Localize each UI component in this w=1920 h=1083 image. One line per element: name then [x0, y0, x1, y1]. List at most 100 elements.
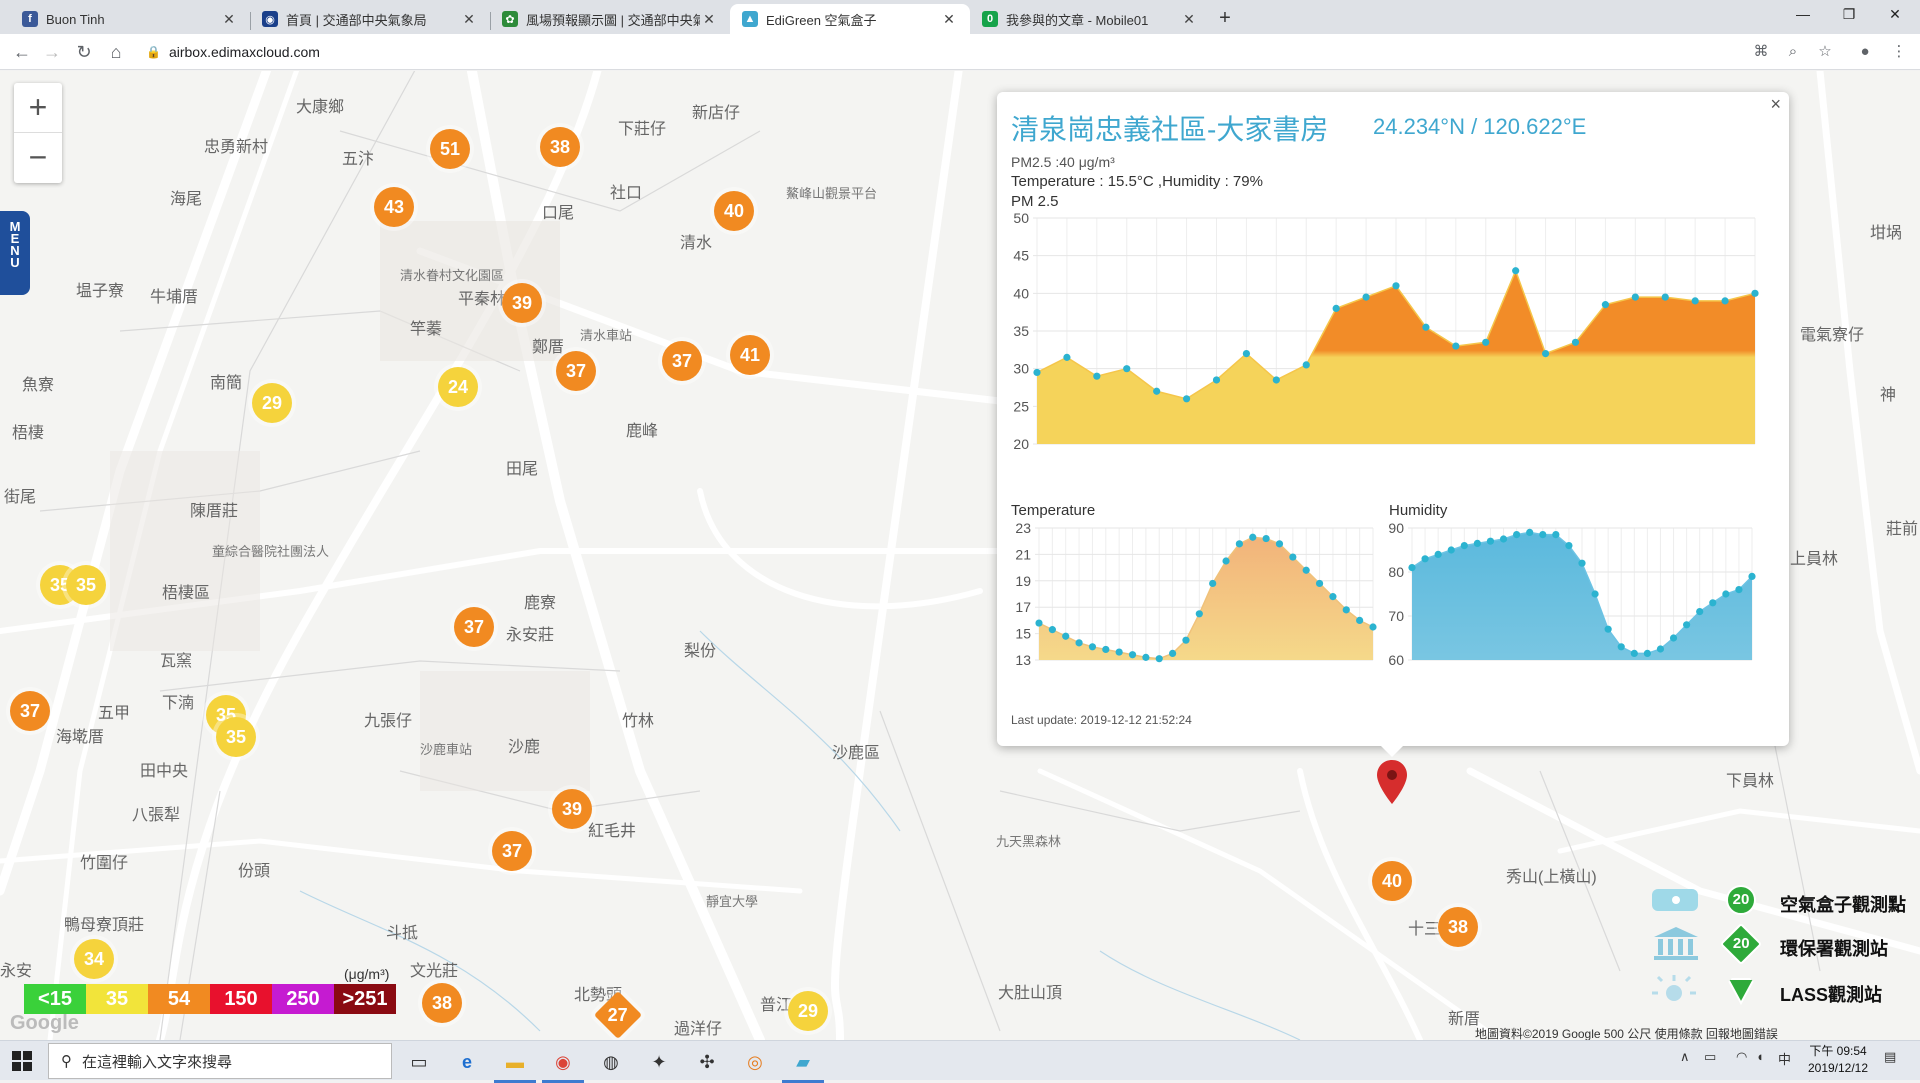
- data-point: [1578, 559, 1586, 567]
- place-label: 八張犁: [132, 807, 181, 824]
- airbox-marker[interactable]: 29: [252, 383, 292, 423]
- airbox-marker[interactable]: 38: [422, 983, 462, 1023]
- airbox-marker[interactable]: 40: [1372, 861, 1412, 901]
- airbox-marker[interactable]: 37: [662, 341, 702, 381]
- airbox-marker[interactable]: 43: [374, 187, 414, 227]
- data-point: [1249, 533, 1257, 541]
- minimize-button[interactable]: —: [1780, 0, 1826, 30]
- forward-button[interactable]: →: [40, 40, 64, 64]
- airbox-marker[interactable]: 37: [10, 691, 50, 731]
- y-tick-label: 35: [1013, 323, 1029, 339]
- bookmark-star-icon[interactable]: ☆: [1814, 42, 1836, 64]
- taskbar-clock[interactable]: 下午 09:54 2019/12/12: [1800, 1043, 1876, 1077]
- wifi-icon[interactable]: ◠: [1736, 1049, 1747, 1065]
- close-tab-icon[interactable]: ✕: [220, 11, 238, 28]
- data-point: [1315, 579, 1324, 588]
- address-bar[interactable]: 🔒 airbox.edimaxcloud.com: [140, 38, 1780, 66]
- app-icon-5[interactable]: ▰: [782, 1047, 824, 1083]
- place-label: 社口: [610, 185, 643, 202]
- selected-location-pin[interactable]: [1377, 760, 1407, 804]
- windows-start-icon[interactable]: [12, 1051, 32, 1071]
- tray-chevron-icon[interactable]: ∧: [1680, 1049, 1690, 1065]
- y-tick-label: 17: [1015, 599, 1031, 615]
- airbox-marker[interactable]: 38: [540, 127, 580, 167]
- data-point: [1591, 590, 1599, 598]
- profile-icon[interactable]: ●: [1854, 42, 1876, 64]
- menu-kebab-icon[interactable]: ⋮: [1888, 42, 1910, 64]
- app-icon-2[interactable]: ✦: [644, 1047, 674, 1077]
- place-label: 電氣寮仔: [1800, 327, 1865, 344]
- volume-icon[interactable]: ◖: [1756, 1049, 1764, 1064]
- battery-icon[interactable]: ▭: [1704, 1049, 1716, 1065]
- close-tab-icon[interactable]: ✕: [700, 11, 718, 28]
- place-label: 五汴: [342, 151, 375, 168]
- legend-swatch: 54: [148, 984, 210, 1014]
- tab-mobile01[interactable]: 0 我參與的文章 - Mobile01 ✕: [970, 4, 1210, 34]
- app-icon-1[interactable]: ◍: [596, 1047, 626, 1077]
- tab-buon-tinh[interactable]: f Buon Tinh ✕: [10, 4, 250, 34]
- tab-wind-forecast[interactable]: ✿ 風場預報顯示圖 | 交通部中央氣象 ✕: [490, 4, 730, 34]
- airbox-marker[interactable]: 35: [66, 565, 106, 605]
- airbox-marker[interactable]: 51: [430, 129, 470, 169]
- data-point: [1329, 593, 1337, 601]
- poi-label: 沙鹿車站: [420, 742, 473, 757]
- back-button[interactable]: ←: [10, 40, 34, 64]
- airbox-marker[interactable]: 37: [556, 351, 596, 391]
- data-point: [1408, 564, 1416, 572]
- tab-edigreen[interactable]: ▲ EdiGreen 空氣盒子 ✕: [730, 4, 970, 34]
- airbox-marker[interactable]: 29: [788, 991, 828, 1031]
- zoom-in-button[interactable]: +: [14, 83, 62, 133]
- legend-epa-label: 環保署觀測站: [1780, 939, 1888, 959]
- data-point: [1460, 542, 1468, 550]
- reload-button[interactable]: ↻: [72, 40, 96, 64]
- airbox-marker[interactable]: 41: [730, 335, 770, 375]
- restore-button[interactable]: ❐: [1826, 0, 1872, 30]
- place-label: 下員林: [1726, 773, 1775, 790]
- menu-button[interactable]: MENU: [0, 211, 30, 295]
- place-label: 新店仔: [692, 105, 741, 122]
- data-point: [1669, 634, 1678, 642]
- tab-cwb-home[interactable]: ◉ 首頁 | 交通部中央氣象局 ✕: [250, 4, 490, 34]
- close-popup-button[interactable]: ×: [1770, 94, 1781, 115]
- zoom-icon[interactable]: ⌕: [1782, 42, 1804, 64]
- station-title: 清泉崗忠義社區-大家書房: [1011, 114, 1329, 145]
- data-point: [1709, 599, 1717, 607]
- home-button[interactable]: ⌂: [104, 40, 128, 64]
- ime-indicator[interactable]: 中: [1778, 1049, 1791, 1068]
- lass-station-icon: [1652, 975, 1696, 1001]
- close-window-button[interactable]: ✕: [1872, 0, 1918, 30]
- lock-icon[interactable]: 🔒: [146, 45, 161, 59]
- eye-icon: ◉: [262, 11, 278, 27]
- data-point: [1033, 368, 1041, 377]
- airbox-marker[interactable]: 35: [216, 717, 256, 757]
- edge-icon[interactable]: e: [452, 1047, 482, 1077]
- search-icon: ⚲: [61, 1053, 72, 1070]
- file-explorer-icon[interactable]: ▬: [494, 1047, 536, 1083]
- airbox-marker[interactable]: 39: [502, 283, 542, 323]
- data-point: [1513, 531, 1521, 539]
- airbox-marker[interactable]: 37: [492, 831, 532, 871]
- new-tab-button[interactable]: +: [1212, 6, 1238, 32]
- close-tab-icon[interactable]: ✕: [940, 11, 958, 28]
- y-tick-label: 15: [1015, 626, 1031, 642]
- app-icon-3[interactable]: ✣: [692, 1047, 722, 1077]
- app-icon-4[interactable]: ◎: [740, 1047, 770, 1077]
- airbox-marker[interactable]: 39: [552, 789, 592, 829]
- taskbar-search[interactable]: ⚲ 在這裡輸入文字來搜尋: [48, 1043, 392, 1079]
- data-point: [1486, 537, 1495, 545]
- airbox-marker[interactable]: 37: [454, 607, 494, 647]
- notification-icon[interactable]: ▤: [1884, 1049, 1896, 1065]
- data-point: [1452, 342, 1460, 350]
- airbox-marker[interactable]: 40: [714, 191, 754, 231]
- airbox-marker[interactable]: 34: [74, 939, 114, 979]
- data-point: [1153, 387, 1161, 395]
- chrome-icon[interactable]: ◉: [542, 1047, 584, 1083]
- data-point: [1235, 540, 1243, 548]
- task-view-icon[interactable]: ▭: [404, 1047, 434, 1077]
- airbox-marker[interactable]: 24: [438, 367, 478, 407]
- airbox-marker[interactable]: 38: [1438, 907, 1478, 947]
- translate-icon[interactable]: ⌘: [1750, 42, 1772, 64]
- zoom-out-button[interactable]: −: [14, 133, 62, 183]
- close-tab-icon[interactable]: ✕: [460, 11, 478, 28]
- close-tab-icon[interactable]: ✕: [1180, 11, 1198, 28]
